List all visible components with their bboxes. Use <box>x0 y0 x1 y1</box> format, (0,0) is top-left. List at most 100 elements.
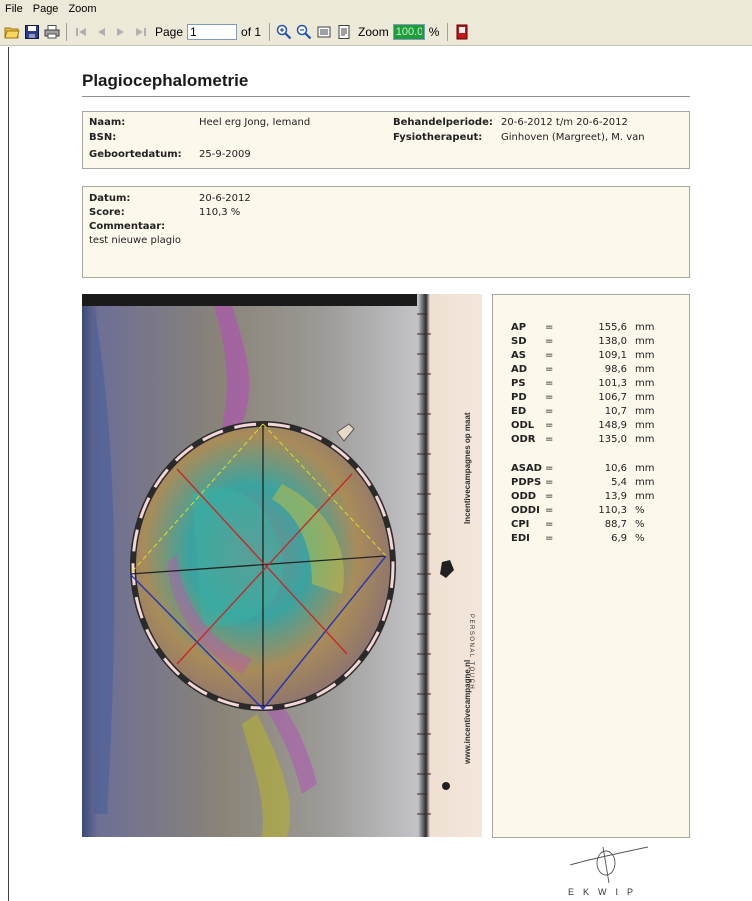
page-count-label: of 1 <box>241 24 262 39</box>
measurement-code: ODL <box>511 420 535 431</box>
commentaar-value: test nieuwe plagio <box>89 235 181 246</box>
report-title: Plagiocephalometrie <box>82 71 249 90</box>
measurement-value: 5,4 <box>611 477 627 488</box>
zoom-in-icon <box>276 24 292 39</box>
datum-value: 20-6-2012 <box>199 193 251 204</box>
toolbar-separator <box>447 22 449 41</box>
measurement-equals: = <box>545 420 554 431</box>
title-divider <box>82 96 690 97</box>
ekwip-logo-text: EKWIP <box>568 887 643 897</box>
measurement-code: ODR <box>511 434 536 445</box>
measurement-equals: = <box>545 350 554 361</box>
measurement-unit: mm <box>635 434 655 445</box>
measurement-equals: = <box>545 392 554 403</box>
page-edge <box>8 47 9 901</box>
menu-bar: File Page Zoom <box>0 0 752 18</box>
whole-page-icon <box>338 24 350 39</box>
toolbar: Page of 1 Zoom % <box>0 18 752 46</box>
score-label: Score: <box>89 207 125 218</box>
measurement-code: PDPS <box>511 477 542 488</box>
last-page-button[interactable] <box>132 23 150 41</box>
toolbar-separator <box>66 22 67 41</box>
measurement-unit: % <box>635 505 645 516</box>
measurement-value: 106,7 <box>598 392 627 403</box>
printer-icon <box>44 24 60 38</box>
measurement-value: 138,0 <box>598 336 627 347</box>
zoom-percent-label: % <box>428 24 440 39</box>
ruler-brand-text: Incentivecampagnes op maat <box>463 412 472 524</box>
measurement-code: PS <box>511 378 526 389</box>
save-button[interactable] <box>23 23 41 41</box>
measurement-value: 13,9 <box>604 491 627 502</box>
measurement-code: AD <box>511 364 528 375</box>
exit-door-icon <box>456 24 468 39</box>
menu-page[interactable]: Page <box>28 3 64 15</box>
measurement-value: 88,7 <box>604 519 627 530</box>
measurement-code: CPI <box>511 519 530 530</box>
measurement-equals: = <box>545 364 554 375</box>
measurement-code: ODD <box>511 491 537 502</box>
fysiotherapeut-label: Fysiotherapeut: <box>393 132 483 143</box>
measurement-equals: = <box>545 477 554 488</box>
measurement-unit: mm <box>635 378 655 389</box>
zoom-in-button[interactable] <box>275 23 293 41</box>
behandelperiode-label: Behandelperiode: <box>393 117 493 128</box>
page-width-icon <box>317 26 331 37</box>
next-page-button[interactable] <box>112 23 130 41</box>
measurement-code: ED <box>511 406 527 417</box>
measurement-equals: = <box>545 463 554 474</box>
first-page-icon <box>76 27 86 36</box>
bsn-label: BSN: <box>89 132 117 143</box>
print-button[interactable] <box>43 23 61 41</box>
behandelperiode-value: 20-6-2012 t/m 20-6-2012 <box>501 117 628 128</box>
measurement-code: SD <box>511 336 527 347</box>
commentaar-label: Commentaar: <box>89 221 166 232</box>
geboortedatum-value: 25-9-2009 <box>199 149 251 160</box>
page-label: Page <box>155 24 184 39</box>
measurement-equals: = <box>545 519 554 530</box>
measurement-value: 110,3 <box>598 505 627 516</box>
toolbar-separator <box>269 22 271 41</box>
exit-button[interactable] <box>453 23 471 41</box>
measurement-unit: mm <box>635 463 655 474</box>
fit-width-button[interactable] <box>315 23 333 41</box>
measurement-value: 6,9 <box>611 533 627 544</box>
menu-zoom[interactable]: Zoom <box>63 3 101 15</box>
measurement-unit: mm <box>635 392 655 403</box>
report-page[interactable]: Plagiocephalometrie Naam: Heel erg Jong,… <box>0 47 752 901</box>
menu-file[interactable]: File <box>0 3 28 15</box>
open-button[interactable] <box>3 23 21 41</box>
measurement-code: PD <box>511 392 527 403</box>
head-scan-image: Incentivecampagnes op maat PERSONAL TOUC… <box>82 294 482 837</box>
measurement-unit: mm <box>635 322 655 333</box>
measurement-value: 135,0 <box>598 434 627 445</box>
page-number-input[interactable] <box>187 23 238 40</box>
measurement-unit: % <box>635 533 645 544</box>
measurement-unit: mm <box>635 364 655 375</box>
measurement-code: AS <box>511 350 526 361</box>
measurement-code: EDI <box>511 533 530 544</box>
measurement-code: AP <box>511 322 527 333</box>
zoom-label: Zoom <box>358 24 389 39</box>
measurement-unit: mm <box>635 477 655 488</box>
measurement-unit: mm <box>635 406 655 417</box>
zoom-input[interactable] <box>392 23 425 40</box>
last-page-icon <box>136 27 146 36</box>
first-page-button[interactable] <box>72 23 90 41</box>
folder-open-icon <box>4 27 20 38</box>
previous-page-button[interactable] <box>92 23 110 41</box>
zoom-out-button[interactable] <box>295 23 313 41</box>
measurement-equals: = <box>545 378 554 389</box>
whole-page-button[interactable] <box>335 23 353 41</box>
measurement-equals: = <box>545 491 554 502</box>
naam-value: Heel erg Jong, Iemand <box>199 117 311 128</box>
measurement-equals: = <box>545 322 554 333</box>
measurement-unit: mm <box>635 350 655 361</box>
patient-info-box: Naam: Heel erg Jong, Iemand BSN: Geboort… <box>82 111 690 169</box>
naam-label: Naam: <box>89 117 126 128</box>
datum-label: Datum: <box>89 193 131 204</box>
floppy-disk-icon <box>25 24 39 39</box>
next-page-icon <box>117 27 124 36</box>
measurement-code: ASAD <box>511 463 542 474</box>
measurement-value: 10,6 <box>604 463 627 474</box>
